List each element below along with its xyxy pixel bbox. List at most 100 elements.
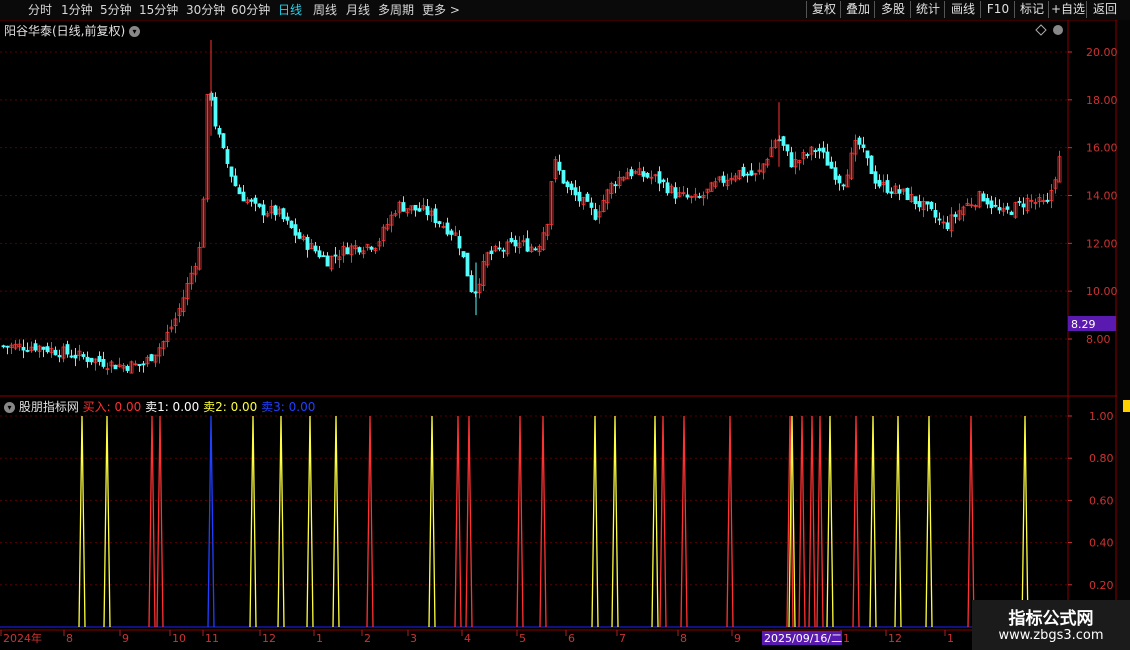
candle-body bbox=[749, 170, 754, 176]
candle-body bbox=[469, 275, 474, 293]
candle-body bbox=[953, 214, 958, 217]
candle-body bbox=[65, 344, 70, 355]
date-label: 6 bbox=[568, 632, 575, 645]
signal-spike bbox=[611, 415, 619, 628]
candle-body bbox=[753, 172, 758, 175]
candle-body bbox=[17, 343, 22, 348]
period-tab-10[interactable]: 更多 > bbox=[422, 2, 460, 18]
date-label: 3 bbox=[410, 632, 417, 645]
candle-body bbox=[265, 213, 270, 217]
candle-body bbox=[25, 350, 30, 352]
candle-body bbox=[609, 182, 614, 194]
candle-body bbox=[665, 182, 670, 194]
candle-body bbox=[493, 246, 498, 252]
period-tab-8[interactable]: 月线 bbox=[346, 2, 370, 18]
signal-spike bbox=[826, 415, 834, 628]
candle-body bbox=[385, 224, 390, 230]
candle-body bbox=[793, 159, 798, 168]
toolbar-button-2[interactable]: 多股 bbox=[874, 1, 911, 18]
candle-body bbox=[537, 246, 542, 253]
period-tab-2[interactable]: 5分钟 bbox=[100, 2, 132, 18]
candle-body bbox=[253, 197, 258, 204]
period-tab-6[interactable]: 日线 bbox=[278, 2, 302, 18]
candle-body bbox=[313, 245, 318, 252]
candle-body bbox=[741, 166, 746, 177]
indicator-tick-label: 1.00 bbox=[1089, 410, 1114, 423]
indicator-value-3: 卖3: 0.00 bbox=[257, 400, 316, 414]
candle-body bbox=[377, 241, 382, 247]
candle-body bbox=[681, 192, 686, 195]
candle-body bbox=[397, 201, 402, 213]
candle-body bbox=[197, 247, 202, 270]
period-tab-7[interactable]: 周线 bbox=[313, 2, 337, 18]
indicator-dropdown-icon[interactable]: ▾ bbox=[4, 402, 15, 413]
candle-body bbox=[805, 154, 810, 156]
period-tab-3[interactable]: 15分钟 bbox=[139, 2, 178, 18]
toolbar-button-8[interactable]: 返回 bbox=[1086, 1, 1123, 18]
candle-body bbox=[341, 245, 346, 256]
candle-body bbox=[845, 174, 850, 188]
candle-body bbox=[5, 345, 10, 348]
candle-body bbox=[1049, 190, 1054, 201]
candle-body bbox=[417, 208, 422, 212]
indicator-name[interactable]: 股朋指标网 bbox=[19, 400, 79, 414]
period-tab-4[interactable]: 30分钟 bbox=[186, 2, 225, 18]
candle-body bbox=[293, 224, 298, 236]
candle-body bbox=[1025, 197, 1030, 211]
toolbar-button-4[interactable]: 画线 bbox=[944, 1, 981, 18]
toolbar-button-7[interactable]: +自选 bbox=[1048, 1, 1087, 18]
signal-spike bbox=[539, 415, 547, 628]
period-tab-9[interactable]: 多周期 bbox=[378, 2, 414, 18]
signal-spike bbox=[852, 415, 860, 628]
candle-body bbox=[825, 151, 830, 166]
candle-body bbox=[205, 93, 210, 200]
toolbar-button-6[interactable]: 标记 bbox=[1014, 1, 1049, 18]
candle-body bbox=[589, 202, 594, 208]
signal-spike bbox=[78, 415, 86, 628]
candle-body bbox=[717, 176, 722, 181]
candle-body bbox=[585, 193, 590, 202]
date-label: 8 bbox=[680, 632, 687, 645]
candle-body bbox=[985, 198, 990, 205]
candle-body bbox=[325, 255, 330, 267]
candle-body bbox=[849, 152, 854, 179]
candle-body bbox=[685, 194, 690, 198]
watermark: 指标公式网 www.zbgs3.com bbox=[972, 600, 1130, 650]
candle-body bbox=[997, 207, 1002, 211]
candle-body bbox=[93, 358, 98, 363]
toolbar-button-1[interactable]: 叠加 bbox=[840, 1, 875, 18]
candle-body bbox=[61, 346, 66, 359]
dropdown-circle-icon[interactable]: ▾ bbox=[129, 26, 141, 37]
candle-body bbox=[249, 199, 254, 202]
period-tab-1[interactable]: 1分钟 bbox=[61, 2, 93, 18]
candle-body bbox=[501, 249, 506, 252]
date-label: 9 bbox=[734, 632, 741, 645]
candle-body bbox=[901, 188, 906, 192]
candle-body bbox=[893, 185, 898, 194]
toolbar-button-3[interactable]: 统计 bbox=[910, 1, 945, 18]
toolbar-button-0[interactable]: 复权 bbox=[806, 1, 841, 18]
candle-body bbox=[273, 205, 278, 216]
toolbar-button-5[interactable]: F10 bbox=[980, 1, 1015, 18]
current-price-label: 8.29 bbox=[1071, 318, 1096, 331]
candle-body bbox=[621, 176, 626, 181]
candle-body bbox=[141, 363, 146, 366]
price-tick-label: 8.00 bbox=[1086, 333, 1111, 346]
candle-body bbox=[853, 140, 858, 155]
date-label: 11 bbox=[205, 632, 219, 645]
candle-body bbox=[329, 255, 334, 270]
candle-body bbox=[429, 210, 434, 216]
period-tab-5[interactable]: 60分钟 bbox=[231, 2, 270, 18]
candle-body bbox=[1029, 199, 1034, 202]
candle-body bbox=[277, 208, 282, 215]
candle-body bbox=[1009, 211, 1014, 215]
candle-body bbox=[785, 144, 790, 152]
candle-body bbox=[109, 361, 114, 367]
candle-body bbox=[721, 175, 726, 183]
candle-body bbox=[637, 168, 642, 176]
candle-body bbox=[1013, 202, 1018, 218]
period-tab-0[interactable]: 分时 bbox=[28, 2, 52, 18]
candle-body bbox=[457, 236, 462, 249]
candle-body bbox=[993, 204, 998, 207]
stock-title: 阳谷华泰(日线,前复权) bbox=[4, 24, 126, 38]
